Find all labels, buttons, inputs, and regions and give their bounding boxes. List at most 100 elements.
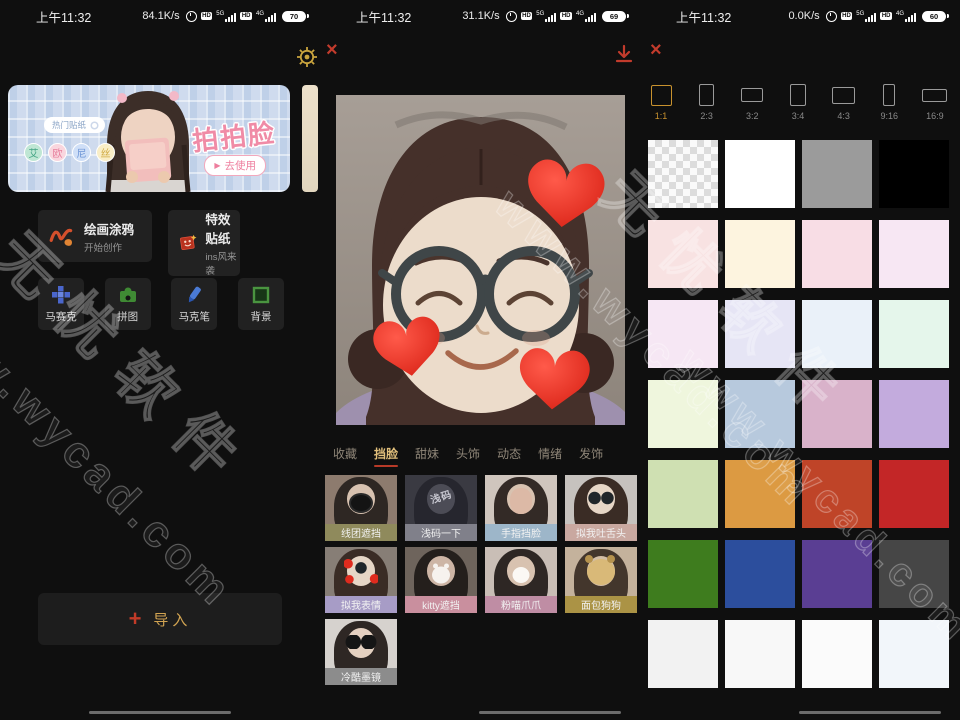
color-swatch[interactable] xyxy=(725,220,795,288)
thumb-cover xyxy=(510,488,532,514)
color-swatch[interactable] xyxy=(879,300,949,368)
thumb-cover xyxy=(345,635,377,649)
status-bar: 上午11:32 31.1K/s HD 5G HD 4G 69 xyxy=(320,0,640,32)
category-tab[interactable]: 甜妹 xyxy=(415,445,439,462)
sticker-icon xyxy=(178,229,197,257)
color-swatch[interactable] xyxy=(802,620,872,688)
settings-gear-icon[interactable] xyxy=(295,45,319,69)
ratio-shape-icon xyxy=(651,85,672,106)
category-tab[interactable]: 头饰 xyxy=(456,445,480,462)
sticker-item[interactable]: 手指挡脸 xyxy=(485,475,557,541)
banner-girl-photo xyxy=(92,85,204,192)
thumb-cover xyxy=(513,567,530,583)
color-swatch[interactable] xyxy=(648,140,718,208)
sticker-thumbnail xyxy=(405,547,477,596)
category-tab[interactable]: 情绪 xyxy=(538,445,562,462)
sticker-item[interactable]: 浅码 浅码一下 xyxy=(405,475,477,541)
color-swatch[interactable] xyxy=(802,140,872,208)
color-swatch[interactable] xyxy=(648,380,718,448)
aspect-ratio-option[interactable]: 3:4 xyxy=(779,84,817,121)
download-icon[interactable] xyxy=(613,43,635,65)
sticker-thumbnail xyxy=(565,475,637,524)
color-swatch[interactable] xyxy=(802,380,872,448)
close-icon[interactable]: × xyxy=(326,40,338,60)
sticker-label: 浅码一下 xyxy=(405,524,477,541)
color-swatch-grid xyxy=(648,140,949,688)
app-stage: 上午11:32 84.1K/s HD 5G HD 4G 70 xyxy=(0,0,960,720)
color-swatch[interactable] xyxy=(879,220,949,288)
color-swatch[interactable] xyxy=(725,300,795,368)
sticker-thumbnail xyxy=(565,547,637,596)
tool-button[interactable]: 拼图 xyxy=(105,278,151,330)
aspect-ratio-option[interactable]: 2:3 xyxy=(688,84,726,121)
tool-button[interactable]: 背景 xyxy=(238,278,284,330)
sticker-thumbnail xyxy=(485,547,557,596)
tool-label: 马赛克 xyxy=(45,309,77,324)
feature-button[interactable]: 特效贴纸 ins风来袭 xyxy=(168,210,240,276)
sticker-item[interactable]: 拟我吐舌头 xyxy=(565,475,637,541)
color-swatch[interactable] xyxy=(725,620,795,688)
sticker-item[interactable]: 粉喵爪爪 xyxy=(485,547,557,613)
feature-buttons: 绘画涂鸦 开始创作 xyxy=(38,210,240,276)
color-swatch[interactable] xyxy=(802,300,872,368)
aspect-ratio-option[interactable]: 4:3 xyxy=(825,84,863,121)
background-icon xyxy=(251,285,271,305)
feature-button[interactable]: 绘画涂鸦 开始创作 xyxy=(38,210,152,262)
color-swatch[interactable] xyxy=(725,140,795,208)
promo-banner[interactable]: 热门贴纸 艾欧尼丝 拍拍脸 ▶ 去使用 xyxy=(8,85,290,192)
sticker-thumbnail xyxy=(325,475,397,524)
color-swatch[interactable] xyxy=(802,540,872,608)
ratio-shape-icon xyxy=(699,84,714,106)
color-swatch[interactable] xyxy=(648,300,718,368)
tool-button[interactable]: 马克笔 xyxy=(171,278,217,330)
color-swatch[interactable] xyxy=(725,460,795,528)
sticker-label: kitty遮挡 xyxy=(405,596,477,613)
color-swatch[interactable] xyxy=(879,460,949,528)
aspect-ratio-option[interactable]: 1:1 xyxy=(642,84,680,121)
color-swatch[interactable] xyxy=(648,540,718,608)
pack-badge: 尼 xyxy=(72,143,91,162)
color-swatch[interactable] xyxy=(879,620,949,688)
import-button[interactable]: + 导入 xyxy=(38,593,282,645)
color-swatch[interactable] xyxy=(879,380,949,448)
color-swatch[interactable] xyxy=(725,380,795,448)
category-tab[interactable]: 动态 xyxy=(497,445,521,462)
sticker-item[interactable]: kitty遮挡 xyxy=(405,547,477,613)
ratio-shape-icon xyxy=(790,84,806,106)
sticker-item[interactable]: 线团遮挡 xyxy=(325,475,397,541)
carousel-next-banner[interactable] xyxy=(302,85,318,192)
sticker-item[interactable]: 面包狗狗 xyxy=(565,547,637,613)
status-bar: 上午11:32 0.0K/s HD 5G HD 4G 60 xyxy=(640,0,960,32)
sticker-label: 线团遮挡 xyxy=(325,524,397,541)
clock-time: 上午11:32 xyxy=(36,7,91,26)
signal-5g-icon: 5G xyxy=(856,11,876,22)
category-tab[interactable]: 发饰 xyxy=(579,445,603,462)
sticker-thumbnail xyxy=(485,475,557,524)
pack-badge: 欧 xyxy=(48,143,67,162)
thumb-cover xyxy=(587,491,615,505)
hd-icon: HD xyxy=(841,12,853,20)
color-swatch[interactable] xyxy=(648,220,718,288)
signal-4g-icon: 4G xyxy=(256,11,276,22)
color-swatch[interactable] xyxy=(725,540,795,608)
sticker-item[interactable]: 拟我表情 xyxy=(325,547,397,613)
ratio-shape-icon xyxy=(832,87,855,104)
color-swatch[interactable] xyxy=(879,140,949,208)
color-swatch[interactable] xyxy=(802,220,872,288)
ratio-label: 2:3 xyxy=(700,111,713,121)
color-swatch[interactable] xyxy=(802,460,872,528)
banner-use-button[interactable]: ▶ 去使用 xyxy=(204,155,266,176)
ratio-label: 16:9 xyxy=(926,111,944,121)
color-swatch[interactable] xyxy=(879,540,949,608)
close-icon[interactable]: × xyxy=(650,40,662,60)
aspect-ratio-option[interactable]: 16:9 xyxy=(916,84,954,121)
category-tab[interactable]: 挡脸 xyxy=(374,445,398,462)
clock-time: 上午11:32 xyxy=(676,7,731,26)
color-swatch[interactable] xyxy=(648,620,718,688)
category-tab[interactable]: 收藏 xyxy=(333,445,357,462)
aspect-ratio-option[interactable]: 3:2 xyxy=(733,84,771,121)
sticker-item[interactable]: 冷酷墨镜 xyxy=(325,619,397,685)
color-swatch[interactable] xyxy=(648,460,718,528)
tool-button[interactable]: 马赛克 xyxy=(38,278,84,330)
aspect-ratio-option[interactable]: 9:16 xyxy=(870,84,908,121)
